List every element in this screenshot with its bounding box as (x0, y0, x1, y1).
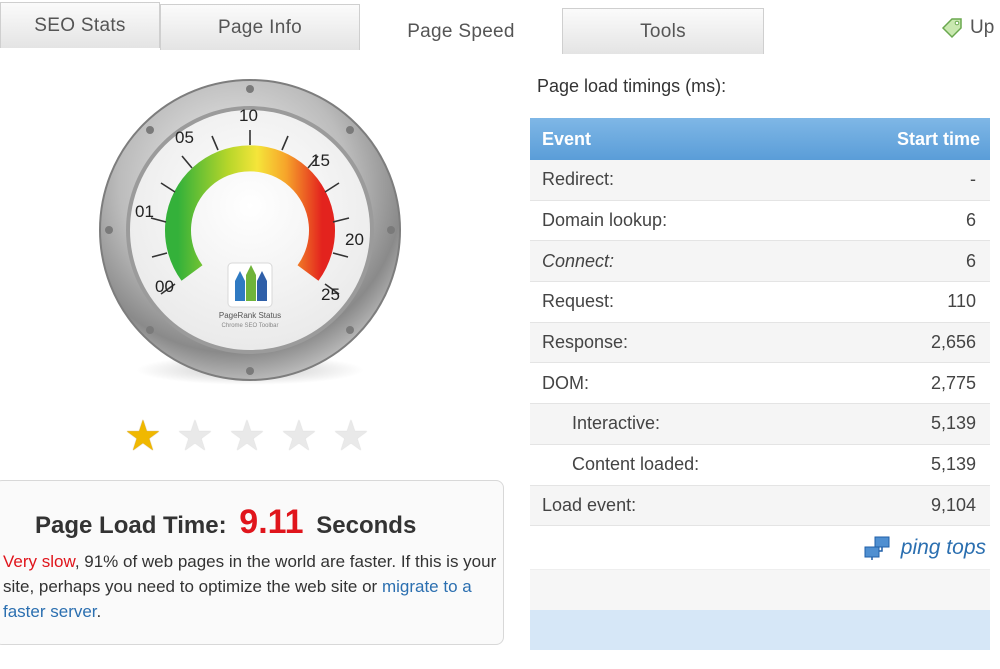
logo-subtitle: Chrome SEO Toolbar (222, 323, 279, 329)
load-time-value: 9.11 (239, 503, 304, 541)
timing-value: 5,139 (930, 454, 976, 475)
tag-icon (941, 18, 962, 39)
load-time-description: Very slow, 91% of web pages in the world… (3, 549, 498, 624)
timing-value: 9,104 (930, 494, 976, 515)
upgrade-link[interactable]: Up (940, 16, 994, 40)
timing-event: Connect: (542, 250, 615, 271)
timings-caption: Page load timings (ms): (537, 76, 727, 96)
timing-row: Request: 110 (530, 282, 990, 323)
tick-label-00: 00 (155, 277, 174, 296)
description-end: . (96, 602, 102, 621)
timing-event: Response: (542, 332, 629, 353)
star-filled-icon: ★ (124, 412, 162, 459)
timing-value: - (970, 169, 976, 190)
timing-row: Interactive: 5,139 (530, 404, 990, 445)
timing-event: Request: (542, 291, 615, 312)
logo-title: PageRank Status (219, 311, 281, 320)
timings-footer-bar (530, 610, 990, 651)
upgrade-label: Up (970, 17, 995, 38)
network-icon (864, 536, 890, 560)
timings-table: Event Start time Redirect: - Domain lookup… (530, 118, 990, 651)
pagerank-logo: PageRank Status Chrome SEO Toolbar (219, 262, 281, 329)
timing-value: 6 (965, 210, 976, 231)
timings-spacer (530, 570, 990, 611)
col-start-time: Start time (896, 128, 980, 149)
timing-row: Response: 2,656 (530, 322, 990, 364)
timing-event: Domain lookup: (542, 210, 668, 231)
timing-event: Redirect: (542, 169, 615, 190)
timing-row: Content loaded: 5,139 (530, 444, 990, 486)
timing-row: DOM: 2,775 (530, 363, 990, 405)
tick-label-05: 05 (175, 128, 194, 147)
star-empty-icon: ★ (176, 412, 214, 459)
tab-bar: SEO Stats Page Info Page Speed Tools Up (0, 0, 1000, 56)
tab-seo-stats[interactable]: SEO Stats (0, 2, 160, 48)
page-load-result: Page Load Time: 9.11 Seconds Very slow, … (0, 480, 504, 645)
timings-header: Event Start time (530, 118, 990, 160)
timing-event: Interactive: (572, 413, 661, 434)
timing-value: 2,656 (930, 332, 976, 353)
rating-stars: ★ ★ ★ ★ ★ (122, 415, 372, 457)
timing-event: Content loaded: (572, 454, 700, 475)
tick-label-25: 25 (321, 285, 340, 304)
timing-value: 5,139 (930, 413, 976, 434)
ping-tops-link[interactable]: ping tops (530, 526, 990, 571)
speed-gauge: 00 01 05 10 15 20 25 PageRank Status Chr… (95, 75, 405, 385)
tick-label-20: 20 (345, 230, 364, 249)
timing-row: Redirect: - (530, 160, 990, 201)
ping-tops-label: ping tops (900, 535, 986, 559)
gauge-graphic: 00 01 05 10 15 20 25 PageRank Status Chr… (99, 79, 401, 381)
timing-value: 6 (965, 250, 976, 271)
timing-row: Connect: 6 (530, 241, 990, 283)
star-empty-icon: ★ (228, 412, 266, 459)
page-load-time-heading: Page Load Time: 9.11 Seconds (35, 503, 416, 542)
tab-page-speed[interactable]: Page Speed (360, 6, 562, 56)
speed-verdict: Very slow (3, 552, 75, 571)
timing-row: Domain lookup: 6 (530, 200, 990, 242)
timing-row: Load event: 9,104 (530, 485, 990, 527)
timing-event: Load event: (542, 494, 637, 515)
tab-tools[interactable]: Tools (562, 8, 764, 54)
timing-event: DOM: (542, 372, 589, 393)
tick-label-10: 10 (239, 106, 258, 125)
col-event: Event (542, 128, 592, 149)
tick-label-15: 15 (311, 151, 330, 170)
load-time-unit: Seconds (316, 512, 417, 539)
tick-label-01: 01 (135, 202, 154, 221)
tab-page-info[interactable]: Page Info (160, 4, 360, 50)
load-time-label: Page Load Time: (35, 512, 227, 539)
star-empty-icon: ★ (332, 412, 370, 459)
timing-value: 110 (947, 291, 976, 312)
star-empty-icon: ★ (280, 412, 318, 459)
timing-value: 2,775 (930, 372, 976, 393)
